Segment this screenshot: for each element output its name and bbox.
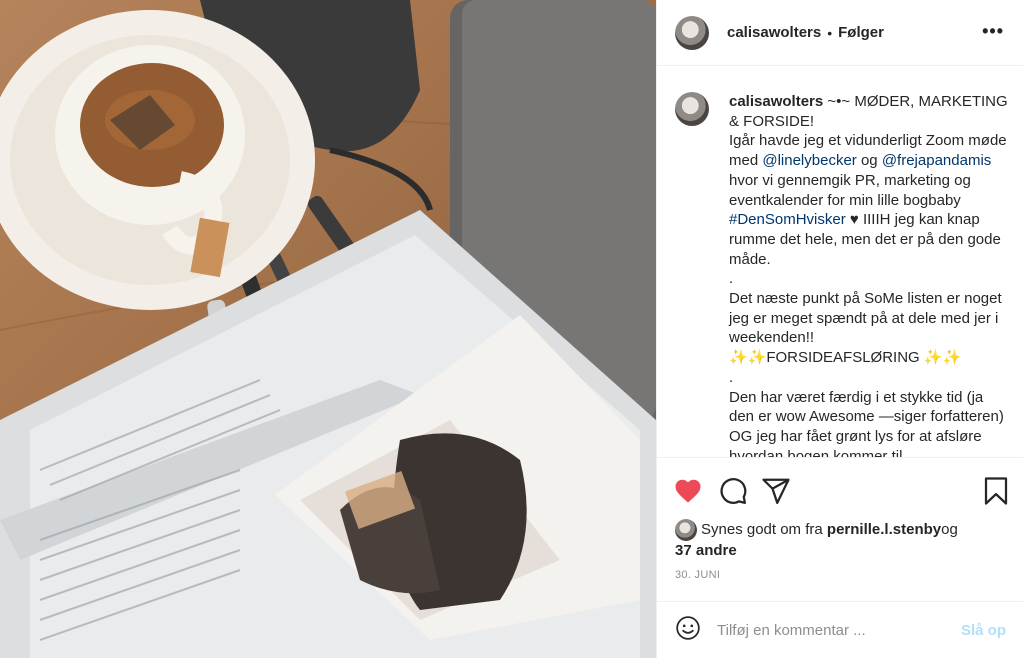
emoji-icon[interactable] — [675, 615, 701, 646]
caption-highlight: ✨✨FORSIDEAFSLØRING ✨✨ — [729, 349, 962, 367]
caption-area: calisawolters ~•~ MØDER, MARKETING & FOR… — [657, 66, 1023, 457]
heart-filled-icon[interactable] — [673, 476, 703, 506]
caption-text: og — [856, 152, 882, 170]
action-bar — [657, 457, 1023, 521]
caption-divider: . — [729, 368, 734, 386]
post-photo — [0, 0, 656, 658]
post-date[interactable]: 30. JUNI — [675, 569, 720, 581]
liker-avatar[interactable] — [675, 519, 697, 541]
author-avatar[interactable] — [675, 15, 709, 50]
post-sidebar: calisawolters • Følger ••• calisawolters… — [656, 0, 1023, 658]
likes-summary: Synes godt om fra pernille.l.stenby og 3… — [675, 519, 1015, 561]
post-caption: calisawolters ~•~ MØDER, MARKETING & FOR… — [729, 92, 1011, 457]
caption-username[interactable]: calisawolters — [729, 93, 823, 110]
likes-others-link[interactable]: 37 andre — [675, 542, 737, 559]
caption-text: Den har været færdig i et stykke tid (ja… — [729, 388, 1004, 457]
comment-input[interactable]: Tilføj en kommentar ... — [717, 622, 961, 639]
caption-text: Det næste punkt på SoMe listen er noget … — [729, 290, 1002, 347]
hashtag-link[interactable]: #DenSomHvisker — [729, 211, 846, 228]
comment-bar: Tilføj en kommentar ... Slå op — [657, 601, 1023, 658]
photo-illustration — [0, 0, 656, 658]
caption-divider: . — [729, 270, 734, 288]
post-comment-button[interactable]: Slå op — [961, 622, 1006, 639]
mention-link-linelybecker[interactable]: @linelybecker — [762, 152, 856, 169]
bookmark-icon[interactable] — [981, 476, 1011, 506]
liker-username[interactable]: pernille.l.stenby — [827, 520, 941, 540]
more-options-icon[interactable]: ••• — [982, 22, 1004, 40]
following-button[interactable]: Følger — [838, 24, 884, 41]
header-separator: • — [827, 24, 833, 41]
share-icon[interactable] — [761, 476, 791, 506]
post-header: calisawolters • Følger ••• — [657, 0, 1023, 66]
likes-mid: og — [941, 521, 958, 538]
author-username[interactable]: calisawolters — [727, 24, 821, 41]
caption-avatar[interactable] — [675, 92, 709, 126]
caption-text: hvor vi gennemgik PR, marketing og event… — [729, 171, 971, 209]
likes-prefix: Synes godt om fra — [701, 521, 823, 538]
mention-link-frejapandamis[interactable]: @frejapandamis — [882, 152, 991, 169]
comment-icon[interactable] — [718, 476, 748, 506]
